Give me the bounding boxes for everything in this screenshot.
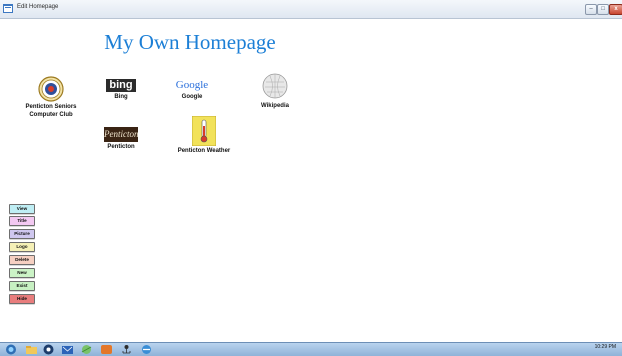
delete-button[interactable]: Delete <box>9 255 35 265</box>
media-player-icon[interactable] <box>42 344 55 355</box>
title-button[interactable]: Title <box>9 216 35 226</box>
new-button[interactable]: New <box>9 268 35 278</box>
maximize-button[interactable]: □ <box>597 4 609 15</box>
app-icon <box>3 4 13 13</box>
folder-icon[interactable] <box>25 344 38 355</box>
link-label: Penticton Seniors Computer Club <box>25 104 77 118</box>
logo-button[interactable]: Logo <box>9 242 35 252</box>
penticton-logo: Penticton <box>104 127 139 142</box>
bing-logo: bing <box>106 79 136 92</box>
close-button[interactable]: x <box>609 4 622 15</box>
outlook-icon[interactable] <box>61 344 74 355</box>
link-label: Wikipedia <box>261 103 289 109</box>
system-clock: 10:29 PM <box>594 344 616 350</box>
link-penticton[interactable]: Penticton Penticton <box>103 127 139 151</box>
exist-button[interactable]: Exist <box>9 281 35 291</box>
window-titlebar: Edit Homepage – □ x <box>0 0 622 19</box>
club-seal-logo <box>38 76 64 102</box>
wikipedia-globe-logo <box>262 73 288 99</box>
link-bing[interactable]: bing Bing <box>105 79 137 101</box>
google-logo: Google <box>175 79 209 91</box>
window-title: Edit Homepage <box>17 4 59 10</box>
link-penticton-weather[interactable]: Penticton Weather <box>174 116 234 155</box>
minimize-button[interactable]: – <box>585 4 597 15</box>
network-icon[interactable] <box>120 344 133 355</box>
app-icon[interactable] <box>100 344 113 355</box>
picture-button[interactable]: Picture <box>9 229 35 239</box>
link-label: Penticton <box>107 144 135 150</box>
taskbar: 10:29 PM <box>0 342 622 356</box>
link-label: Google <box>181 94 203 100</box>
view-button[interactable]: View <box>9 204 35 214</box>
start-orb-icon[interactable] <box>4 344 18 355</box>
hide-button[interactable]: Hide <box>9 294 35 304</box>
page-title: My Own Homepage <box>104 30 276 54</box>
thermometer-logo <box>192 116 216 146</box>
link-wikipedia[interactable]: Wikipedia <box>256 71 294 110</box>
link-google[interactable]: Google Google <box>172 78 212 101</box>
ie-icon[interactable] <box>140 344 153 355</box>
link-label: Penticton Weather <box>177 148 231 154</box>
browser-icon[interactable] <box>80 344 93 355</box>
link-label: Bing <box>114 94 128 100</box>
link-penticton-seniors[interactable]: Penticton Seniors Computer Club <box>20 76 82 119</box>
